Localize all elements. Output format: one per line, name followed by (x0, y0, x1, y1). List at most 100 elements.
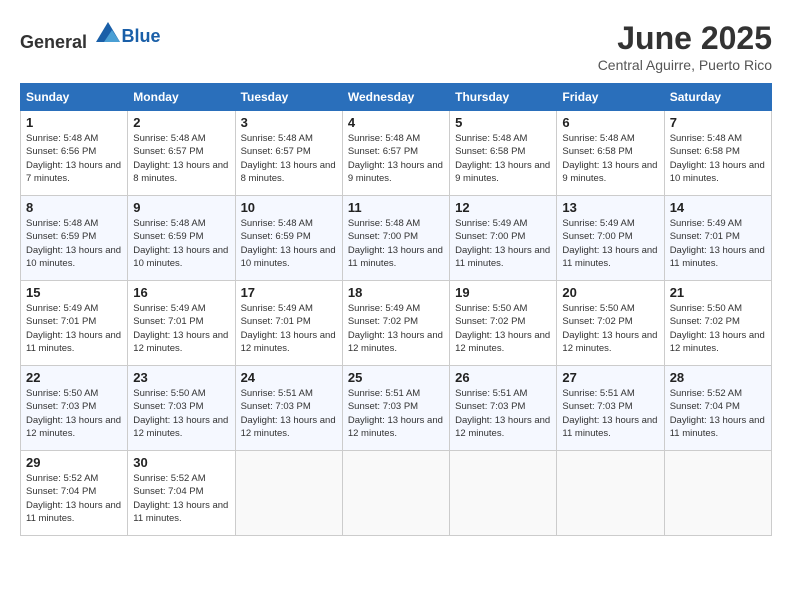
day-number: 8 (26, 200, 122, 215)
cell-content: Sunrise: 5:48 AM Sunset: 6:59 PM Dayligh… (241, 217, 337, 270)
empty-cell (450, 451, 557, 536)
table-row: 17 Sunrise: 5:49 AM Sunset: 7:01 PM Dayl… (235, 281, 342, 366)
calendar-subtitle: Central Aguirre, Puerto Rico (598, 57, 772, 73)
cell-content: Sunrise: 5:51 AM Sunset: 7:03 PM Dayligh… (455, 387, 551, 440)
cell-content: Sunrise: 5:52 AM Sunset: 7:04 PM Dayligh… (26, 472, 122, 525)
calendar-header-row: Sunday Monday Tuesday Wednesday Thursday… (21, 84, 772, 111)
logo-icon (94, 20, 122, 48)
cell-content: Sunrise: 5:49 AM Sunset: 7:00 PM Dayligh… (455, 217, 551, 270)
calendar-title: June 2025 (598, 20, 772, 57)
table-row: 10 Sunrise: 5:48 AM Sunset: 6:59 PM Dayl… (235, 196, 342, 281)
page-header: General Blue June 2025 Central Aguirre, … (20, 20, 772, 73)
table-row: 20 Sunrise: 5:50 AM Sunset: 7:02 PM Dayl… (557, 281, 664, 366)
day-number: 7 (670, 115, 766, 130)
day-number: 12 (455, 200, 551, 215)
cell-content: Sunrise: 5:48 AM Sunset: 6:58 PM Dayligh… (562, 132, 658, 185)
title-area: June 2025 Central Aguirre, Puerto Rico (598, 20, 772, 73)
day-number: 22 (26, 370, 122, 385)
calendar-week-row: 29 Sunrise: 5:52 AM Sunset: 7:04 PM Dayl… (21, 451, 772, 536)
table-row: 21 Sunrise: 5:50 AM Sunset: 7:02 PM Dayl… (664, 281, 771, 366)
calendar-table: Sunday Monday Tuesday Wednesday Thursday… (20, 83, 772, 536)
cell-content: Sunrise: 5:48 AM Sunset: 6:59 PM Dayligh… (26, 217, 122, 270)
day-number: 25 (348, 370, 444, 385)
table-row: 12 Sunrise: 5:49 AM Sunset: 7:00 PM Dayl… (450, 196, 557, 281)
day-number: 19 (455, 285, 551, 300)
calendar-week-row: 15 Sunrise: 5:49 AM Sunset: 7:01 PM Dayl… (21, 281, 772, 366)
table-row: 6 Sunrise: 5:48 AM Sunset: 6:58 PM Dayli… (557, 111, 664, 196)
table-row: 15 Sunrise: 5:49 AM Sunset: 7:01 PM Dayl… (21, 281, 128, 366)
day-number: 18 (348, 285, 444, 300)
day-number: 29 (26, 455, 122, 470)
table-row: 3 Sunrise: 5:48 AM Sunset: 6:57 PM Dayli… (235, 111, 342, 196)
cell-content: Sunrise: 5:49 AM Sunset: 7:02 PM Dayligh… (348, 302, 444, 355)
day-number: 28 (670, 370, 766, 385)
table-row: 19 Sunrise: 5:50 AM Sunset: 7:02 PM Dayl… (450, 281, 557, 366)
empty-cell (235, 451, 342, 536)
day-number: 6 (562, 115, 658, 130)
day-number: 5 (455, 115, 551, 130)
table-row: 9 Sunrise: 5:48 AM Sunset: 6:59 PM Dayli… (128, 196, 235, 281)
day-number: 4 (348, 115, 444, 130)
header-tuesday: Tuesday (235, 84, 342, 111)
day-number: 17 (241, 285, 337, 300)
table-row: 30 Sunrise: 5:52 AM Sunset: 7:04 PM Dayl… (128, 451, 235, 536)
cell-content: Sunrise: 5:52 AM Sunset: 7:04 PM Dayligh… (133, 472, 229, 525)
cell-content: Sunrise: 5:50 AM Sunset: 7:02 PM Dayligh… (455, 302, 551, 355)
day-number: 30 (133, 455, 229, 470)
empty-cell (342, 451, 449, 536)
day-number: 23 (133, 370, 229, 385)
table-row: 13 Sunrise: 5:49 AM Sunset: 7:00 PM Dayl… (557, 196, 664, 281)
table-row: 7 Sunrise: 5:48 AM Sunset: 6:58 PM Dayli… (664, 111, 771, 196)
day-number: 9 (133, 200, 229, 215)
table-row: 22 Sunrise: 5:50 AM Sunset: 7:03 PM Dayl… (21, 366, 128, 451)
cell-content: Sunrise: 5:50 AM Sunset: 7:03 PM Dayligh… (26, 387, 122, 440)
table-row: 26 Sunrise: 5:51 AM Sunset: 7:03 PM Dayl… (450, 366, 557, 451)
cell-content: Sunrise: 5:48 AM Sunset: 6:56 PM Dayligh… (26, 132, 122, 185)
table-row: 5 Sunrise: 5:48 AM Sunset: 6:58 PM Dayli… (450, 111, 557, 196)
day-number: 26 (455, 370, 551, 385)
cell-content: Sunrise: 5:49 AM Sunset: 7:01 PM Dayligh… (26, 302, 122, 355)
logo-general: General (20, 32, 87, 52)
cell-content: Sunrise: 5:48 AM Sunset: 6:57 PM Dayligh… (133, 132, 229, 185)
table-row: 23 Sunrise: 5:50 AM Sunset: 7:03 PM Dayl… (128, 366, 235, 451)
cell-content: Sunrise: 5:50 AM Sunset: 7:02 PM Dayligh… (670, 302, 766, 355)
table-row: 8 Sunrise: 5:48 AM Sunset: 6:59 PM Dayli… (21, 196, 128, 281)
header-thursday: Thursday (450, 84, 557, 111)
table-row: 29 Sunrise: 5:52 AM Sunset: 7:04 PM Dayl… (21, 451, 128, 536)
cell-content: Sunrise: 5:50 AM Sunset: 7:02 PM Dayligh… (562, 302, 658, 355)
table-row: 2 Sunrise: 5:48 AM Sunset: 6:57 PM Dayli… (128, 111, 235, 196)
table-row: 28 Sunrise: 5:52 AM Sunset: 7:04 PM Dayl… (664, 366, 771, 451)
table-row: 11 Sunrise: 5:48 AM Sunset: 7:00 PM Dayl… (342, 196, 449, 281)
day-number: 24 (241, 370, 337, 385)
cell-content: Sunrise: 5:49 AM Sunset: 7:00 PM Dayligh… (562, 217, 658, 270)
table-row: 18 Sunrise: 5:49 AM Sunset: 7:02 PM Dayl… (342, 281, 449, 366)
day-number: 16 (133, 285, 229, 300)
cell-content: Sunrise: 5:51 AM Sunset: 7:03 PM Dayligh… (241, 387, 337, 440)
day-number: 3 (241, 115, 337, 130)
cell-content: Sunrise: 5:48 AM Sunset: 6:59 PM Dayligh… (133, 217, 229, 270)
header-saturday: Saturday (664, 84, 771, 111)
cell-content: Sunrise: 5:50 AM Sunset: 7:03 PM Dayligh… (133, 387, 229, 440)
table-row: 14 Sunrise: 5:49 AM Sunset: 7:01 PM Dayl… (664, 196, 771, 281)
header-monday: Monday (128, 84, 235, 111)
day-number: 10 (241, 200, 337, 215)
day-number: 21 (670, 285, 766, 300)
header-friday: Friday (557, 84, 664, 111)
day-number: 14 (670, 200, 766, 215)
logo-blue: Blue (122, 26, 161, 46)
cell-content: Sunrise: 5:48 AM Sunset: 6:57 PM Dayligh… (348, 132, 444, 185)
empty-cell (664, 451, 771, 536)
cell-content: Sunrise: 5:48 AM Sunset: 7:00 PM Dayligh… (348, 217, 444, 270)
cell-content: Sunrise: 5:48 AM Sunset: 6:58 PM Dayligh… (455, 132, 551, 185)
calendar-week-row: 22 Sunrise: 5:50 AM Sunset: 7:03 PM Dayl… (21, 366, 772, 451)
day-number: 27 (562, 370, 658, 385)
cell-content: Sunrise: 5:49 AM Sunset: 7:01 PM Dayligh… (670, 217, 766, 270)
cell-content: Sunrise: 5:49 AM Sunset: 7:01 PM Dayligh… (133, 302, 229, 355)
table-row: 4 Sunrise: 5:48 AM Sunset: 6:57 PM Dayli… (342, 111, 449, 196)
day-number: 15 (26, 285, 122, 300)
day-number: 2 (133, 115, 229, 130)
table-row: 25 Sunrise: 5:51 AM Sunset: 7:03 PM Dayl… (342, 366, 449, 451)
cell-content: Sunrise: 5:51 AM Sunset: 7:03 PM Dayligh… (348, 387, 444, 440)
day-number: 11 (348, 200, 444, 215)
calendar-week-row: 1 Sunrise: 5:48 AM Sunset: 6:56 PM Dayli… (21, 111, 772, 196)
